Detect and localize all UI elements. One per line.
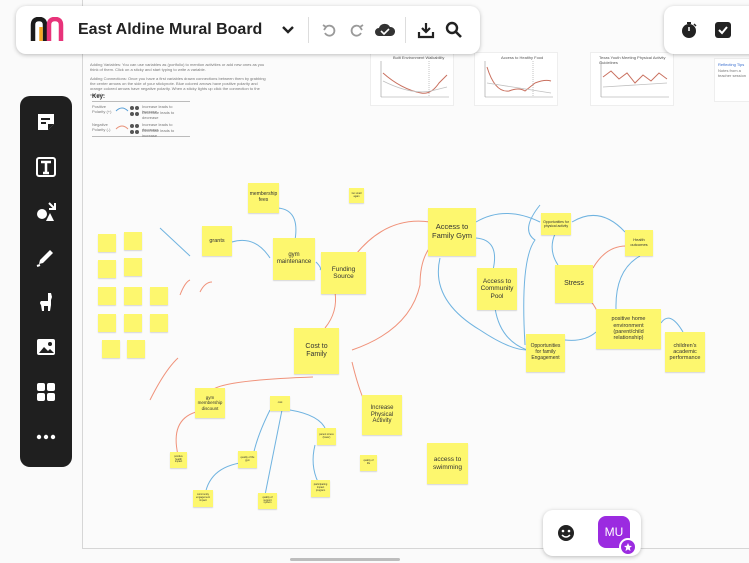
- app-logo-icon[interactable]: [30, 17, 64, 43]
- sticky-note[interactable]: Increase Physical Activity: [362, 395, 402, 435]
- blank-sticky-note[interactable]: [124, 314, 142, 332]
- sticky-note[interactable]: positive health impact: [170, 452, 187, 468]
- blank-sticky-note[interactable]: [124, 287, 142, 305]
- sticky-note[interactable]: Opportunities for family Engagement: [526, 334, 565, 372]
- sticky-note[interactable]: positive home environment (parent/child …: [596, 309, 661, 349]
- toolbar-divider: [308, 17, 310, 43]
- sticky-note[interactable]: cost: [270, 396, 290, 411]
- sticky-note[interactable]: gym maintenance: [273, 238, 315, 280]
- blank-sticky-note[interactable]: [98, 287, 116, 305]
- sticky-note[interactable]: quality of life: [360, 455, 377, 471]
- sticky-note[interactable]: Access to Community Pool: [477, 268, 517, 310]
- sticky-note[interactable]: Stress: [555, 265, 593, 303]
- sticky-note[interactable]: parent stress (lower): [317, 428, 336, 445]
- sticky-note[interactable]: Access to Family Gym: [428, 208, 476, 256]
- pen-tool-icon[interactable]: [31, 243, 61, 272]
- smiley-icon[interactable]: [557, 524, 575, 547]
- blank-sticky-note[interactable]: [98, 234, 116, 252]
- top-toolbar: East Aldine Mural Board: [16, 6, 480, 54]
- sticky-note[interactable]: gym membership discount: [195, 388, 225, 418]
- blank-sticky-note[interactable]: [124, 232, 142, 250]
- sticky-note[interactable]: membership fees: [248, 183, 279, 213]
- star-badge-icon: [619, 538, 637, 556]
- checkbox-icon[interactable]: [714, 21, 732, 44]
- sticky-note[interactable]: participating impact program: [311, 480, 330, 497]
- blank-sticky-note[interactable]: [98, 260, 116, 278]
- right-toolbar: [664, 6, 749, 54]
- sticky-note[interactable]: quality of life gym: [238, 451, 257, 468]
- sticky-note[interactable]: community engagement impact: [193, 490, 213, 507]
- sticky-note[interactable]: Funding Source: [321, 252, 366, 294]
- sticky-note[interactable]: Health outcomes: [625, 230, 653, 256]
- board-title[interactable]: East Aldine Mural Board: [78, 21, 262, 39]
- sticky-note[interactable]: Cost to Family: [294, 328, 339, 374]
- llama-tool-icon[interactable]: [31, 288, 61, 317]
- more-tool-icon[interactable]: [31, 422, 61, 451]
- sticky-note[interactable]: access to swimming: [427, 443, 468, 484]
- connections-layer: [149, 204, 684, 496]
- download-icon[interactable]: [412, 16, 440, 44]
- left-tool-panel: [20, 96, 72, 467]
- undo-icon[interactable]: [315, 16, 343, 44]
- blank-sticky-note[interactable]: [150, 287, 168, 305]
- blank-sticky-note[interactable]: [98, 314, 116, 332]
- text-tool-icon[interactable]: [31, 153, 61, 182]
- shapes-tool-icon[interactable]: [31, 198, 61, 227]
- sticky-note[interactable]: quality of support system: [258, 493, 277, 509]
- sticky-note-tool-icon[interactable]: [31, 108, 61, 137]
- timer-icon[interactable]: [680, 21, 698, 44]
- cloud-sync-icon[interactable]: [371, 16, 399, 44]
- whiteboard-canvas[interactable]: Adding Variables: You can use variables …: [0, 0, 749, 563]
- templates-tool-icon[interactable]: [31, 377, 61, 406]
- search-icon[interactable]: [440, 16, 468, 44]
- image-tool-icon[interactable]: [31, 332, 61, 361]
- blank-sticky-note[interactable]: [124, 258, 142, 276]
- toolbar-divider: [405, 17, 407, 43]
- sticky-note[interactable]: grants: [202, 226, 232, 256]
- redo-icon[interactable]: [343, 16, 371, 44]
- blank-sticky-note[interactable]: [127, 340, 145, 358]
- sticky-note[interactable]: Go small again: [349, 188, 364, 203]
- blank-sticky-note[interactable]: [102, 340, 120, 358]
- sticky-note[interactable]: children's academic performance: [665, 332, 705, 372]
- sticky-note[interactable]: Opportunities for physical activity: [541, 213, 571, 235]
- chevron-down-icon[interactable]: [274, 16, 302, 44]
- blank-sticky-note[interactable]: [150, 314, 168, 332]
